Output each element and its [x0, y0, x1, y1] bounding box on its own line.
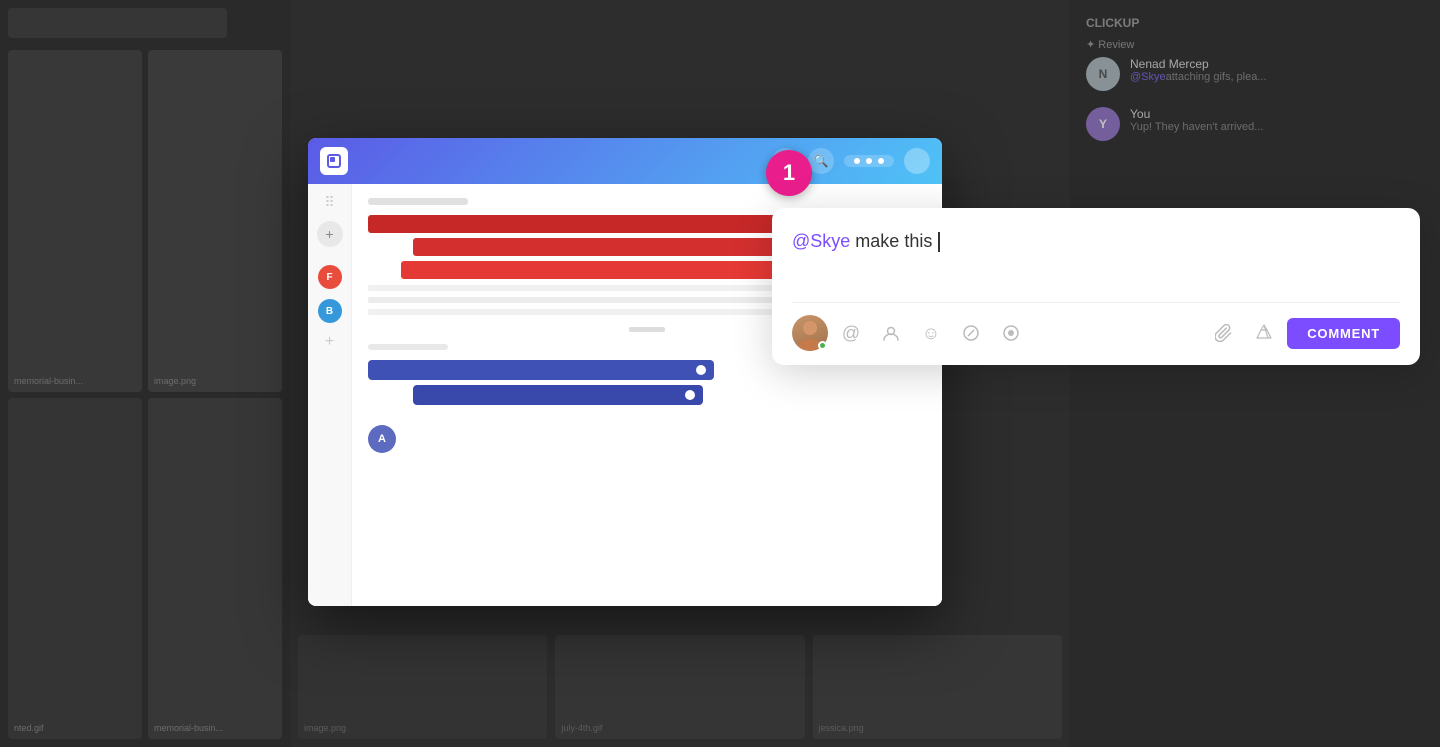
mention-1: @Skye	[1130, 71, 1166, 83]
commenter-name-2: You	[1130, 107, 1263, 121]
bottom-tile-3: jessica.png	[819, 723, 864, 733]
number-badge: 1	[766, 150, 812, 196]
avatar-1: N	[1086, 57, 1120, 91]
slash-icon[interactable]	[954, 316, 988, 350]
drag-handle-icon[interactable]: ⠿	[324, 194, 334, 211]
sidebar-add-icon[interactable]: +	[325, 333, 334, 351]
bottom-left-avatar: A	[368, 425, 926, 453]
comment-toolbar: @ ☺	[792, 302, 1400, 351]
comment-input[interactable]: @Skye make this	[792, 228, 1400, 288]
comment-popup: @Skye make this @ ☺	[772, 208, 1420, 365]
bottom-tile-2: july-4th.gif	[561, 723, 602, 733]
avatar-2: Y	[1086, 107, 1120, 141]
app-header: 🔔 🔍	[308, 138, 942, 184]
comment-item-2: Y You Yup! They haven't arrived...	[1086, 107, 1424, 141]
sidebar-avatar-b: B	[318, 299, 342, 323]
right-sidebar: CLICKUP ✦ Review N Nenad Mercep @Skyeatt…	[1070, 0, 1440, 747]
card-left-sidebar: ⠿ + F B +	[308, 184, 352, 606]
gantt-blue-section	[368, 360, 926, 405]
cursor	[938, 232, 940, 252]
avatar-header[interactable]	[904, 148, 930, 174]
online-indicator	[818, 341, 827, 350]
assignee-icon[interactable]	[874, 316, 908, 350]
drive-icon[interactable]	[1247, 316, 1281, 350]
tile-label-3: nted.gif	[14, 723, 136, 733]
sidebar-review-label: ✦ Review	[1086, 38, 1424, 51]
comment-text-1: attaching gifs, plea...	[1166, 71, 1267, 83]
record-icon[interactable]	[994, 316, 1028, 350]
commenter-name-1: Nenad Mercep	[1130, 57, 1267, 71]
at-icon[interactable]: @	[834, 316, 868, 350]
attach-icon[interactable]	[1207, 316, 1241, 350]
mention-text: @Skye	[792, 231, 850, 251]
comment-item-1: N Nenad Mercep @Skyeattaching gifs, plea…	[1086, 57, 1424, 91]
user-avatar	[792, 315, 828, 351]
app-logo[interactable]	[320, 147, 348, 175]
sidebar-avatar-f: F	[318, 265, 342, 289]
tile-label-4: memorial-busin...	[154, 723, 276, 733]
comment-button[interactable]: COMMENT	[1287, 318, 1400, 349]
comment-text-2: Yup! They haven't arrived...	[1130, 121, 1263, 133]
tile-label-1: memorial-busin...	[14, 376, 136, 386]
emoji-icon[interactable]: ☺	[914, 316, 948, 350]
nav-wide-btn[interactable]	[844, 155, 894, 167]
bottom-tile-1: image.png	[304, 723, 346, 733]
comment-body: make this	[850, 231, 937, 251]
sidebar-title: CLICKUP	[1086, 16, 1424, 30]
add-task-btn[interactable]: +	[317, 221, 343, 247]
tile-label-2: image.png	[154, 376, 276, 386]
